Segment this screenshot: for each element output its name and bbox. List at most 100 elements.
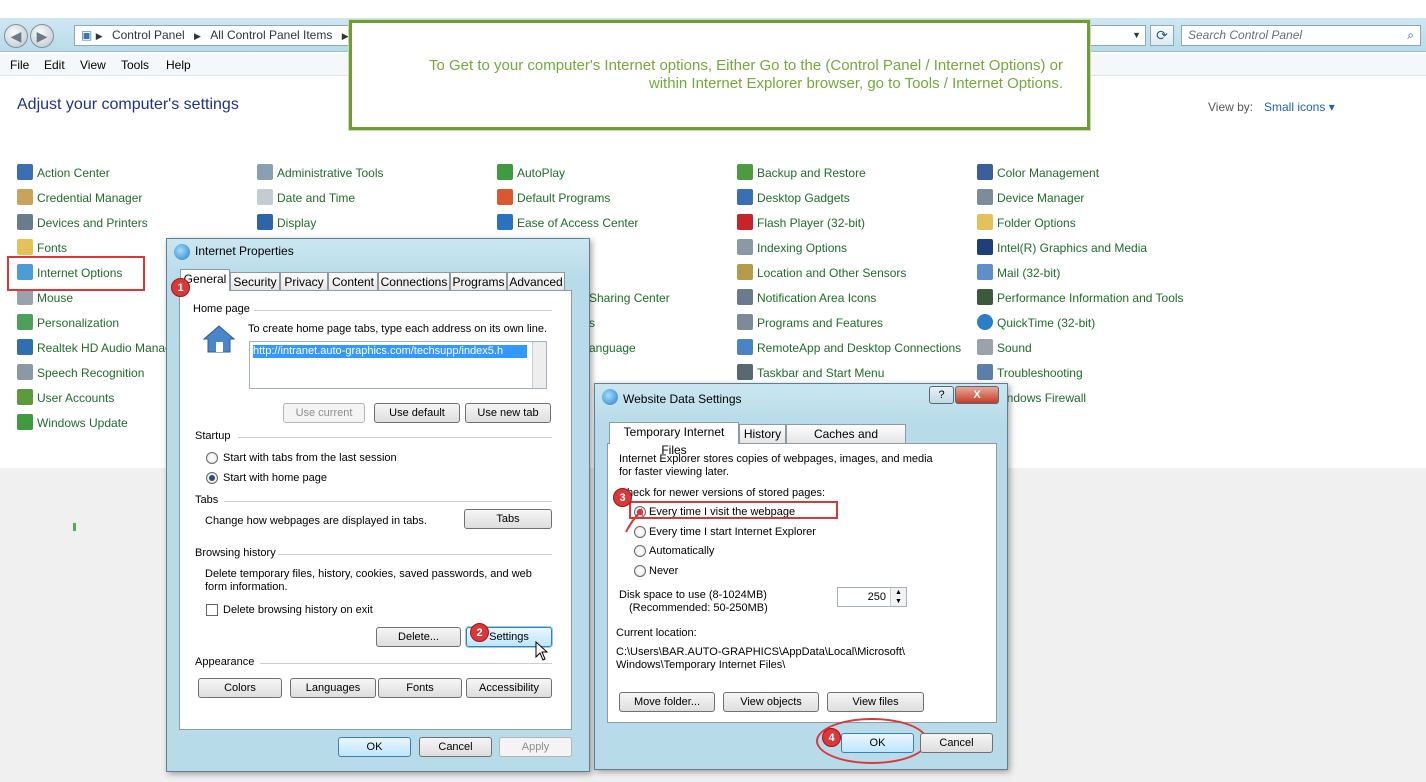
tab-privacy[interactable]: Privacy	[280, 272, 328, 291]
search-placeholder: Search Control Panel	[1188, 28, 1303, 42]
cp-item-action-center[interactable]: Action Center	[17, 164, 110, 182]
dropdown-arrow-icon[interactable]: ▼	[1132, 26, 1141, 45]
tab-advanced[interactable]: Advanced	[507, 272, 565, 291]
cp-item-speech[interactable]: Speech Recognition	[17, 364, 144, 382]
menu-tools[interactable]: Tools	[121, 58, 149, 72]
menu-help[interactable]: Help	[166, 58, 191, 72]
home-page-textarea[interactable]: http://intranet.auto-graphics.com/techsu…	[249, 341, 547, 389]
cp-item-devices-printers[interactable]: Devices and Printers	[17, 214, 148, 232]
cp-item-performance[interactable]: Performance Information and Tools	[977, 289, 1184, 307]
tab-history[interactable]: History	[739, 424, 786, 443]
radio-home-page[interactable]	[206, 472, 218, 484]
cancel-button[interactable]: Cancel	[419, 737, 492, 757]
search-icon[interactable]: ⌕	[1407, 26, 1414, 45]
folder-icon	[977, 214, 993, 230]
cp-item-indexing[interactable]: Indexing Options	[737, 239, 847, 257]
tab-content[interactable]: Content	[328, 272, 378, 291]
ok-button[interactable]: OK	[841, 733, 914, 753]
spinner-arrows-icon[interactable]: ▲ ▼	[890, 588, 906, 606]
cp-item-gadgets[interactable]: Desktop Gadgets	[737, 189, 850, 207]
cp-item-label: QuickTime (32-bit)	[997, 316, 1096, 330]
breadcrumb-control-panel[interactable]: Control Panel	[112, 28, 185, 42]
chevron-right-icon: ▶	[341, 31, 349, 41]
menu-view[interactable]: View	[80, 58, 106, 72]
cp-item-notification[interactable]: Notification Area Icons	[737, 289, 876, 307]
colors-button[interactable]: Colors	[198, 678, 282, 698]
troubleshoot-icon	[977, 364, 993, 380]
mail-icon	[977, 264, 993, 280]
cp-item-sound[interactable]: Sound	[977, 339, 1032, 357]
cp-item-programs[interactable]: Programs and Features	[737, 314, 883, 332]
tab-security[interactable]: Security	[230, 272, 280, 291]
cp-item-autoplay[interactable]: AutoPlay	[497, 164, 565, 182]
help-button[interactable]: ?	[929, 386, 954, 404]
refresh-icon[interactable]: ⟳	[1150, 25, 1174, 46]
cp-item-credential-manager[interactable]: Credential Manager	[17, 189, 142, 207]
use-new-tab-button[interactable]: Use new tab	[465, 403, 551, 423]
delete-history-button[interactable]: Delete...	[376, 627, 461, 647]
apply-button[interactable]: Apply	[499, 737, 572, 757]
tab-caches-databases[interactable]: Caches and databases	[786, 424, 906, 459]
cp-item-default-programs[interactable]: Default Programs	[497, 189, 610, 207]
menu-file[interactable]: File	[10, 58, 29, 72]
view-by-dropdown[interactable]: Small icons ▾	[1264, 100, 1335, 114]
menu-edit[interactable]: Edit	[44, 58, 65, 72]
cp-item-mouse[interactable]: Mouse	[17, 289, 73, 307]
fonts-button[interactable]: Fonts	[378, 678, 462, 698]
cp-item-ease-of-access[interactable]: Ease of Access Center	[497, 214, 638, 232]
cp-item-remoteapp[interactable]: RemoteApp and Desktop Connections	[737, 339, 961, 357]
breadcrumb-all-items[interactable]: All Control Panel Items	[210, 28, 332, 42]
textarea-scrollbar[interactable]	[532, 342, 546, 388]
tab-connections[interactable]: Connections	[378, 272, 450, 291]
cp-item-admin-tools[interactable]: Administrative Tools	[257, 164, 384, 182]
taskbar-icon	[737, 364, 753, 380]
back-button[interactable]: ◀	[4, 24, 28, 48]
cp-item-user-accounts[interactable]: User Accounts	[17, 389, 114, 407]
cp-item-firewall[interactable]: indows Firewall	[1004, 389, 1086, 407]
cp-item-personalization[interactable]: Personalization	[17, 314, 119, 332]
forward-button[interactable]: ▶	[30, 24, 54, 48]
cp-item-mail[interactable]: Mail (32-bit)	[977, 264, 1060, 282]
use-current-button[interactable]: Use current	[283, 403, 365, 423]
cp-item-date-time[interactable]: Date and Time	[257, 189, 355, 207]
step-badge-2: 2	[470, 623, 489, 642]
delete-on-exit-checkbox[interactable]	[206, 604, 218, 616]
view-files-button[interactable]: View files	[827, 692, 924, 712]
appearance-heading: Appearance	[195, 656, 255, 668]
cp-item-location[interactable]: Location and Other Sensors	[737, 264, 906, 282]
cp-item-fonts[interactable]: Fonts	[17, 239, 67, 257]
tab-programs[interactable]: Programs	[450, 272, 507, 291]
cp-item-color-management[interactable]: Color Management	[977, 164, 1099, 182]
cp-item-label: Fonts	[37, 241, 68, 255]
view-objects-button[interactable]: View objects	[723, 692, 819, 712]
move-folder-button[interactable]: Move folder...	[619, 692, 715, 712]
cp-item-windows-update[interactable]: Windows Update	[17, 414, 128, 432]
close-button[interactable]: X	[955, 386, 999, 404]
search-input[interactable]: Search Control Panel ⌕	[1181, 25, 1421, 46]
cp-item-folder-options[interactable]: Folder Options	[977, 214, 1076, 232]
cp-item-intel-graphics[interactable]: Intel(R) Graphics and Media	[977, 239, 1147, 257]
cancel-button[interactable]: Cancel	[920, 733, 993, 753]
cp-item-flash[interactable]: Flash Player (32-bit)	[737, 214, 865, 232]
cp-item-realtek[interactable]: Realtek HD Audio Manag	[17, 339, 172, 357]
cp-item-network-sharing[interactable]: Sharing Center	[589, 289, 670, 307]
cp-item-label: Speech Recognition	[37, 366, 145, 380]
tab-temporary-files[interactable]: Temporary Internet Files	[609, 422, 739, 457]
cp-item-quicktime[interactable]: QuickTime (32-bit)	[977, 314, 1095, 332]
use-default-button[interactable]: Use default	[374, 403, 460, 423]
cp-item-troubleshooting[interactable]: Troubleshooting	[977, 364, 1083, 382]
radio-never[interactable]	[634, 565, 646, 577]
tabs-settings-button[interactable]: Tabs	[464, 509, 552, 529]
languages-button[interactable]: Languages	[290, 678, 376, 698]
cp-item-device-manager[interactable]: Device Manager	[977, 189, 1084, 207]
cp-item-label: anguage	[589, 341, 636, 355]
cp-item-display[interactable]: Display	[257, 214, 316, 232]
disk-space-spinner[interactable]: 250 ▲ ▼	[837, 587, 907, 607]
ok-button[interactable]: OK	[338, 737, 411, 757]
cp-item-taskbar[interactable]: Taskbar and Start Menu	[737, 364, 884, 382]
cp-item-language[interactable]: anguage	[589, 339, 636, 357]
radio-automatically[interactable]	[634, 545, 646, 557]
radio-last-session[interactable]	[206, 452, 218, 464]
accessibility-button[interactable]: Accessibility	[466, 678, 552, 698]
cp-item-backup[interactable]: Backup and Restore	[737, 164, 866, 182]
